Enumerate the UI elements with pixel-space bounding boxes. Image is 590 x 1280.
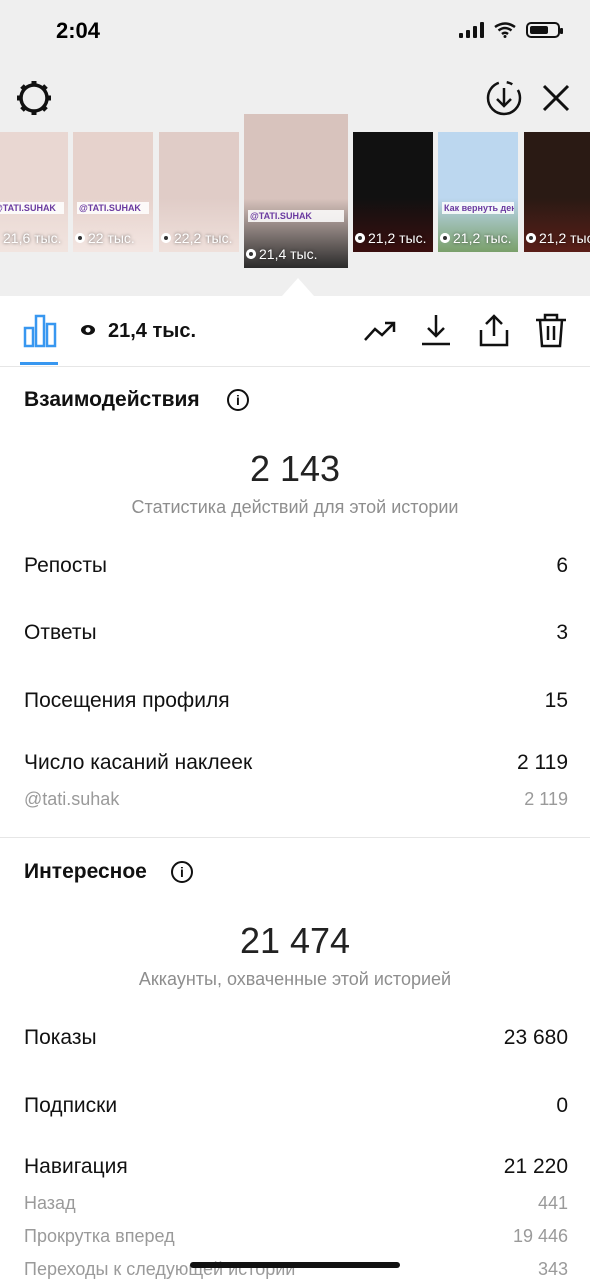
- interactions-title: Взаимодействия: [24, 388, 200, 411]
- interactions-caption: Статистика действий для этой истории: [131, 497, 459, 517]
- replies-label: Ответы: [24, 621, 97, 644]
- reposts-label: Репосты: [24, 554, 108, 577]
- next-story-value: 343: [537, 1259, 568, 1279]
- story-thumbnail-strip[interactable]: @TATI.SUHAK 21,6 тыс. @TATI.SUHAK 22 тыс. 22…: [0, 114, 590, 274]
- home-indicator: [190, 1262, 400, 1268]
- bar-chart-icon[interactable]: [22, 312, 58, 348]
- forward-value: 19 446: [512, 1226, 568, 1246]
- reach-caption: Аккаунты, охваченные этой историей: [138, 969, 452, 989]
- download-icon[interactable]: [418, 312, 454, 348]
- back-label: Назад: [24, 1193, 76, 1213]
- eye-icon: [246, 249, 256, 259]
- story-thumbnail[interactable]: @TATI.SUHAK 21,6 тыс.: [0, 132, 68, 252]
- interactions-total: 2 143: [249, 448, 341, 489]
- thumbnail-views: 22,2 тыс.: [161, 230, 233, 246]
- eye-icon: [526, 233, 536, 243]
- views-count: 21,4 тыс.: [108, 320, 197, 342]
- discovery-title: Интересное: [24, 860, 147, 883]
- thumbnail-views-count: 22 тыс.: [88, 230, 135, 246]
- gear-icon[interactable]: [14, 78, 54, 118]
- cellular-signal-icon: [459, 22, 484, 38]
- battery-icon: [526, 22, 563, 38]
- navigation-label: Навигация: [24, 1155, 128, 1178]
- eye-icon: [440, 233, 450, 243]
- info-icon[interactable]: i: [171, 861, 193, 883]
- story-thumbnail-selected[interactable]: @TATI.SUHAK 21,4 тыс.: [244, 114, 348, 268]
- sticker-taps-label: Число касаний наклеек: [24, 751, 253, 774]
- story-thumbnail[interactable]: 21,2 тыс.: [524, 132, 590, 252]
- trending-icon[interactable]: [362, 312, 398, 348]
- thumbnail-views-count: 21,4 тыс.: [259, 246, 318, 262]
- replies-value: 3: [556, 621, 568, 644]
- close-icon[interactable]: [536, 78, 576, 118]
- thumbnail-views: 21,2 тыс.: [440, 230, 512, 246]
- thumbnail-views-count: 21,2 тыс.: [453, 230, 512, 246]
- active-tab-indicator: [20, 362, 58, 365]
- forward-label: Прокрутка вперед: [24, 1226, 175, 1246]
- thumbnail-caption: @TATI.SUHAK: [0, 202, 64, 214]
- navigation-value: 21 220: [503, 1155, 568, 1178]
- eye-icon: [355, 233, 365, 243]
- follows-value: 0: [556, 1094, 568, 1117]
- profile-visits-label: Посещения профиля: [24, 689, 230, 712]
- reach-total: 21 474: [239, 920, 351, 961]
- info-icon[interactable]: i: [227, 389, 249, 411]
- thumbnail-views-count: 21,2 тыс.: [539, 230, 590, 246]
- story-thumbnail[interactable]: 21,2 тыс.: [353, 132, 433, 252]
- reposts-value: 6: [556, 554, 568, 577]
- eye-icon: [75, 233, 85, 243]
- trash-icon[interactable]: [533, 312, 569, 348]
- thumbnail-views-count: 22,2 тыс.: [174, 230, 233, 246]
- sticker-mention-label: @tati.suhak: [24, 789, 120, 809]
- follows-label: Подписки: [24, 1094, 118, 1117]
- share-icon[interactable]: [476, 312, 512, 348]
- wifi-icon: [494, 22, 516, 38]
- story-header: 2:04 @TATI.SUHAK21,6 тыс.@TATI.SUHAK2: [0, 0, 590, 296]
- thumbnail-views-count: 21,2 тыс.: [368, 230, 427, 246]
- story-thumbnail[interactable]: Как вернуть деньги за задержку р 21,2 тыс…: [438, 132, 518, 252]
- thumbnail-caption: @TATI.SUHAK: [77, 202, 149, 214]
- status-time: 2:04: [56, 18, 101, 43]
- impressions-label: Показы: [24, 1026, 97, 1049]
- thumbnail-views: 21,2 тыс.: [526, 230, 590, 246]
- thumbnail-views: 22 тыс.: [75, 230, 135, 246]
- eye-icon: [161, 233, 171, 243]
- insights-toolbar: 21,4 тыс.: [0, 296, 590, 367]
- story-thumbnail[interactable]: 22,2 тыс.: [159, 132, 239, 252]
- download-circle-icon[interactable]: [484, 78, 524, 118]
- profile-visits-value: 15: [544, 689, 568, 712]
- thumbnail-views-count: 21,6 тыс.: [3, 230, 62, 246]
- back-value: 441: [537, 1193, 568, 1213]
- status-icons: [459, 22, 563, 38]
- thumbnail-views: 21,4 тыс.: [246, 246, 318, 262]
- thumbnail-caption: Как вернуть деньги за задержку р: [442, 202, 514, 214]
- sticker-mention-value: 2 119: [524, 789, 568, 809]
- sticker-taps-value: 2 119: [517, 751, 568, 774]
- eye-icon: [81, 325, 95, 335]
- thumbnail-views: 21,2 тыс.: [355, 230, 427, 246]
- thumbnail-views: 21,6 тыс.: [0, 230, 62, 246]
- story-thumbnail[interactable]: @TATI.SUHAK 22 тыс.: [73, 132, 153, 252]
- section-divider: [0, 837, 590, 838]
- selected-pointer: [282, 278, 314, 296]
- thumbnail-caption: @TATI.SUHAK: [248, 210, 344, 222]
- impressions-value: 23 680: [503, 1026, 568, 1049]
